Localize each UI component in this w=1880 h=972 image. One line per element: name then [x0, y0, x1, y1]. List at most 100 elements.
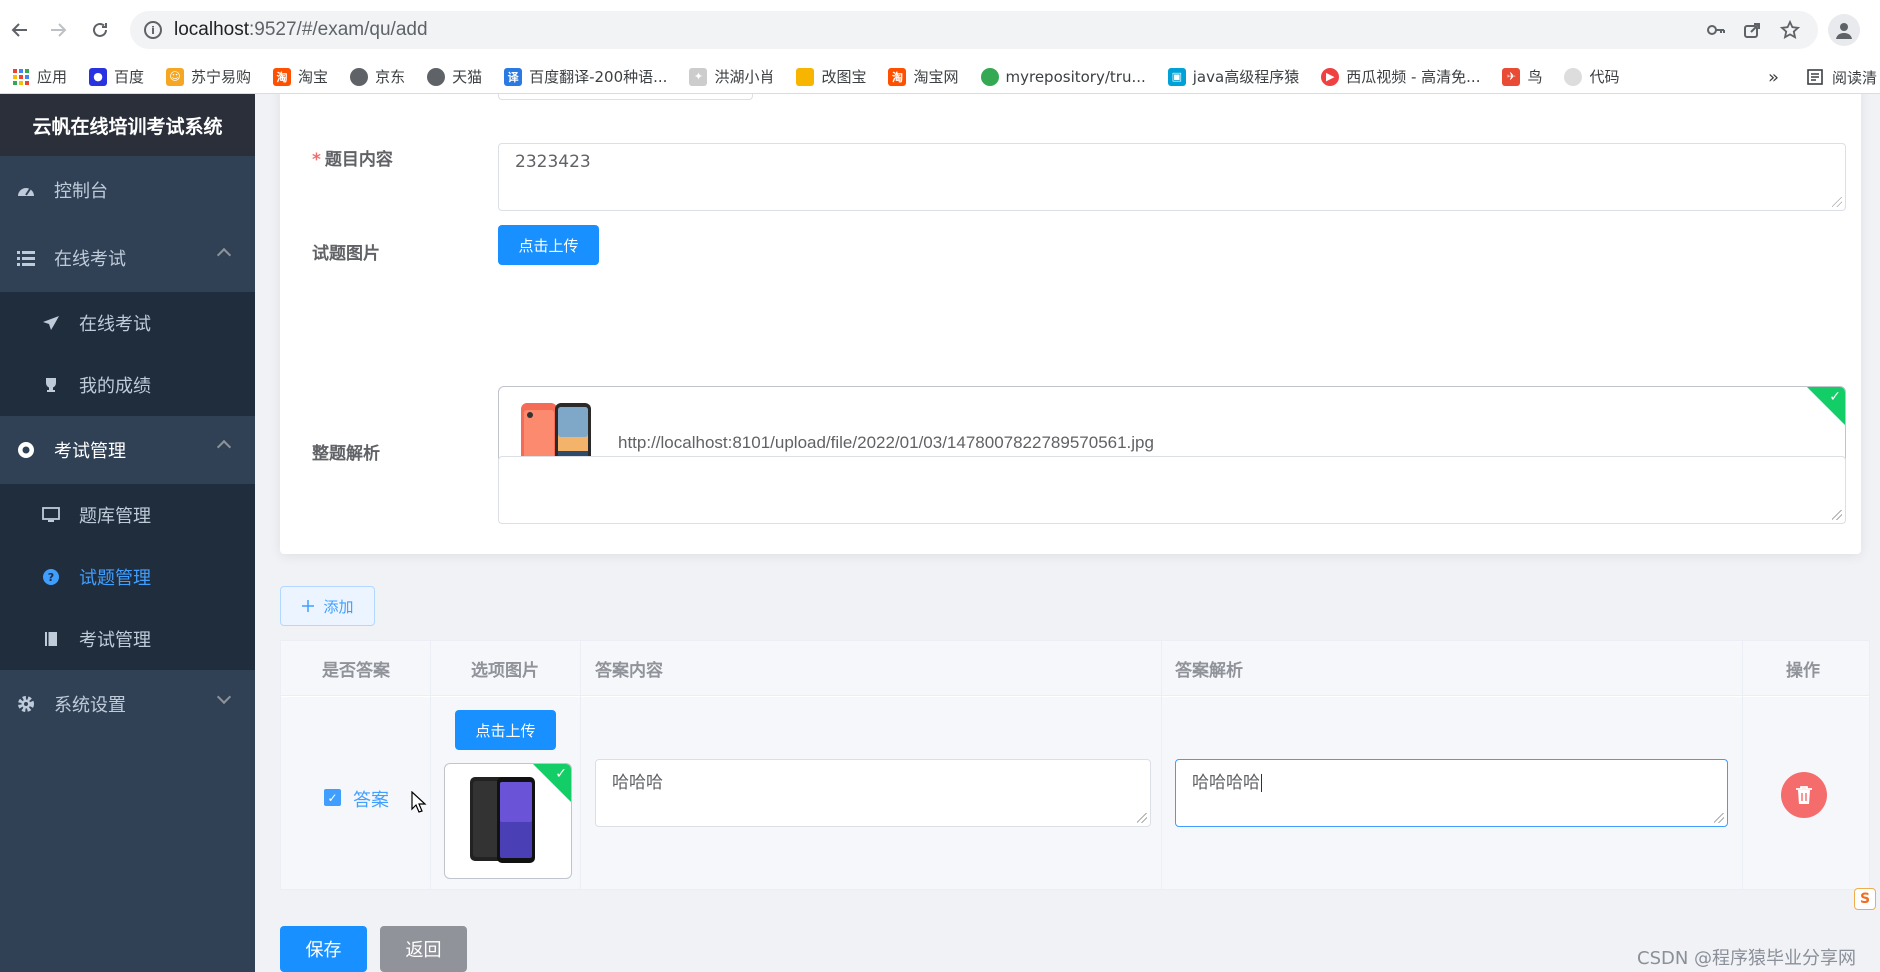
apps-grid-icon: [12, 68, 30, 86]
bookmark-label: 百度翻译-200种语...: [529, 68, 668, 86]
resize-handle-icon[interactable]: [1832, 510, 1842, 520]
bookmark-gaitubao[interactable]: 改图宝: [796, 66, 866, 87]
resize-handle-icon[interactable]: [1137, 813, 1147, 823]
bookmark-java[interactable]: ▣ java高级程序猿: [1167, 66, 1300, 87]
site-info-icon[interactable]: i: [144, 21, 162, 39]
url-host: localhost: [174, 19, 249, 40]
submenu-exam-management[interactable]: 考试管理: [0, 608, 255, 670]
menu-label: 我的成绩: [79, 376, 151, 397]
is-answer-checkbox[interactable]: ✓: [324, 789, 341, 806]
analysis-label: 整题解析: [312, 444, 380, 464]
uploaded-image-url: http://localhost:8101/upload/file/2022/0…: [618, 433, 1154, 452]
bookmark-apps[interactable]: 应用: [12, 66, 67, 87]
chrome-icon: [980, 67, 999, 86]
reading-list-label: 阅读清: [1832, 68, 1878, 87]
mouse-cursor-icon: [411, 791, 427, 813]
bookmark-label: 淘宝网: [913, 68, 959, 86]
option-image-item[interactable]: ✓: [444, 763, 572, 879]
address-bar[interactable]: i localhost:9527/#/exam/qu/add: [130, 11, 1818, 49]
is-answer-label[interactable]: 答案: [353, 786, 389, 812]
profile-avatar-icon[interactable]: [1828, 14, 1860, 46]
suning-icon: ☺: [166, 67, 185, 86]
bilibili-icon: ▣: [1167, 67, 1186, 86]
menu-system-settings[interactable]: 系统设置: [0, 670, 255, 738]
csdn-float-icon[interactable]: S: [1854, 888, 1876, 910]
answer-content-textarea[interactable]: 哈哈哈: [595, 759, 1151, 827]
dashboard-gauge-icon: [16, 180, 36, 200]
bird-icon: ✈: [1502, 67, 1521, 86]
check-icon: ✓: [555, 766, 567, 782]
bookmark-label: 代码: [1589, 68, 1620, 86]
bookmark-code[interactable]: 代码: [1564, 66, 1620, 87]
submenu-question-management[interactable]: ? 试题管理: [0, 546, 255, 608]
save-button[interactable]: 保存: [280, 926, 367, 972]
forward-arrow-icon[interactable]: [42, 14, 74, 46]
menu-label: 控制台: [54, 181, 108, 202]
menu-label: 系统设置: [54, 695, 126, 716]
bookmark-label: 淘宝: [298, 68, 329, 86]
question-content-textarea[interactable]: 2323423: [498, 143, 1846, 211]
submenu-bank-management[interactable]: 题库管理: [0, 484, 255, 546]
more-bookmarks-chevron-icon[interactable]: »: [1768, 60, 1779, 93]
address-url: localhost:9527/#/exam/qu/add: [174, 19, 428, 41]
question-form-card: * 题目内容 2323423 试题图片 点击上传 http://localhost…: [280, 94, 1861, 554]
trash-icon: [1796, 786, 1812, 804]
chevron-up-icon: [216, 439, 232, 455]
key-icon[interactable]: [1706, 11, 1726, 49]
submenu-online-exam[interactable]: 在线考试: [0, 292, 255, 354]
answer-analysis-textarea[interactable]: 哈哈哈哈: [1175, 759, 1728, 827]
gear-icon: [16, 694, 36, 714]
globe-icon: [350, 67, 369, 86]
bookmark-jd[interactable]: 京东: [350, 66, 405, 87]
reading-list[interactable]: 阅读清: [1806, 60, 1878, 93]
menu-dashboard[interactable]: 控制台: [0, 156, 255, 224]
lifebuoy-icon: [16, 440, 36, 460]
book-icon: [41, 629, 61, 649]
resize-handle-icon[interactable]: [1832, 197, 1842, 207]
bookmark-xigua[interactable]: ▶ 西瓜视频 - 高清免...: [1321, 66, 1480, 87]
question-type-select[interactable]: [498, 94, 753, 100]
bookmark-label: java高级程序猿: [1192, 68, 1300, 86]
menu-label: 在线考试: [79, 314, 151, 335]
content-label: * 题目内容: [312, 150, 393, 170]
column-divider: [1742, 641, 1743, 889]
menu-label: 考试管理: [54, 441, 126, 462]
bookmark-label: myrepository/tru...: [1005, 67, 1146, 86]
answer-content-value: 哈哈哈: [612, 773, 663, 793]
bookmark-label: 鸟: [1527, 68, 1543, 86]
image-label: 试题图片: [312, 244, 380, 264]
share-icon[interactable]: [1742, 11, 1762, 49]
delete-option-button[interactable]: [1781, 772, 1827, 818]
question-image-upload-button[interactable]: 点击上传: [498, 225, 599, 265]
bookmark-taobao-net[interactable]: 淘淘宝网: [888, 66, 959, 87]
taobao-icon: 淘: [888, 67, 907, 86]
back-arrow-icon[interactable]: [4, 14, 36, 46]
bookmark-label: 应用: [37, 68, 68, 86]
bookmark-myrepository[interactable]: myrepository/tru...: [980, 67, 1146, 86]
menu-online-exam[interactable]: 在线考试: [0, 224, 255, 292]
star-icon[interactable]: [1780, 11, 1800, 49]
back-button[interactable]: 返回: [380, 926, 467, 972]
bookmark-tmall[interactable]: 天猫: [427, 66, 482, 87]
chevron-down-icon: [216, 689, 232, 705]
header-option-image: 选项图片: [471, 661, 539, 681]
resize-handle-icon[interactable]: [1714, 813, 1724, 823]
bookmark-suning[interactable]: ☺ 苏宁易购: [166, 66, 251, 87]
reload-icon[interactable]: [84, 14, 116, 46]
code-icon: [1564, 67, 1583, 86]
bookmark-honghu[interactable]: ✦ 洪湖小肖: [689, 66, 774, 87]
bookmark-baidu-translate[interactable]: 译百度翻译-200种语...: [504, 66, 667, 87]
menu-exam-management[interactable]: 考试管理: [0, 416, 255, 484]
add-option-button[interactable]: 添加: [280, 586, 375, 626]
bookmark-baidu[interactable]: ● 百度: [89, 66, 144, 87]
check-icon: ✓: [1829, 389, 1841, 405]
bookmark-label: 百度: [114, 68, 145, 86]
question-analysis-textarea[interactable]: [498, 456, 1846, 524]
taobao-icon: 淘: [273, 67, 292, 86]
bookmark-taobao[interactable]: 淘淘宝: [273, 66, 328, 87]
header-answer-content: 答案内容: [595, 661, 663, 681]
plus-icon: [302, 600, 315, 612]
option-image-upload-button[interactable]: 点击上传: [455, 710, 556, 750]
submenu-my-scores[interactable]: 我的成绩: [0, 354, 255, 416]
bookmark-bird[interactable]: ✈ 鸟: [1502, 66, 1542, 87]
